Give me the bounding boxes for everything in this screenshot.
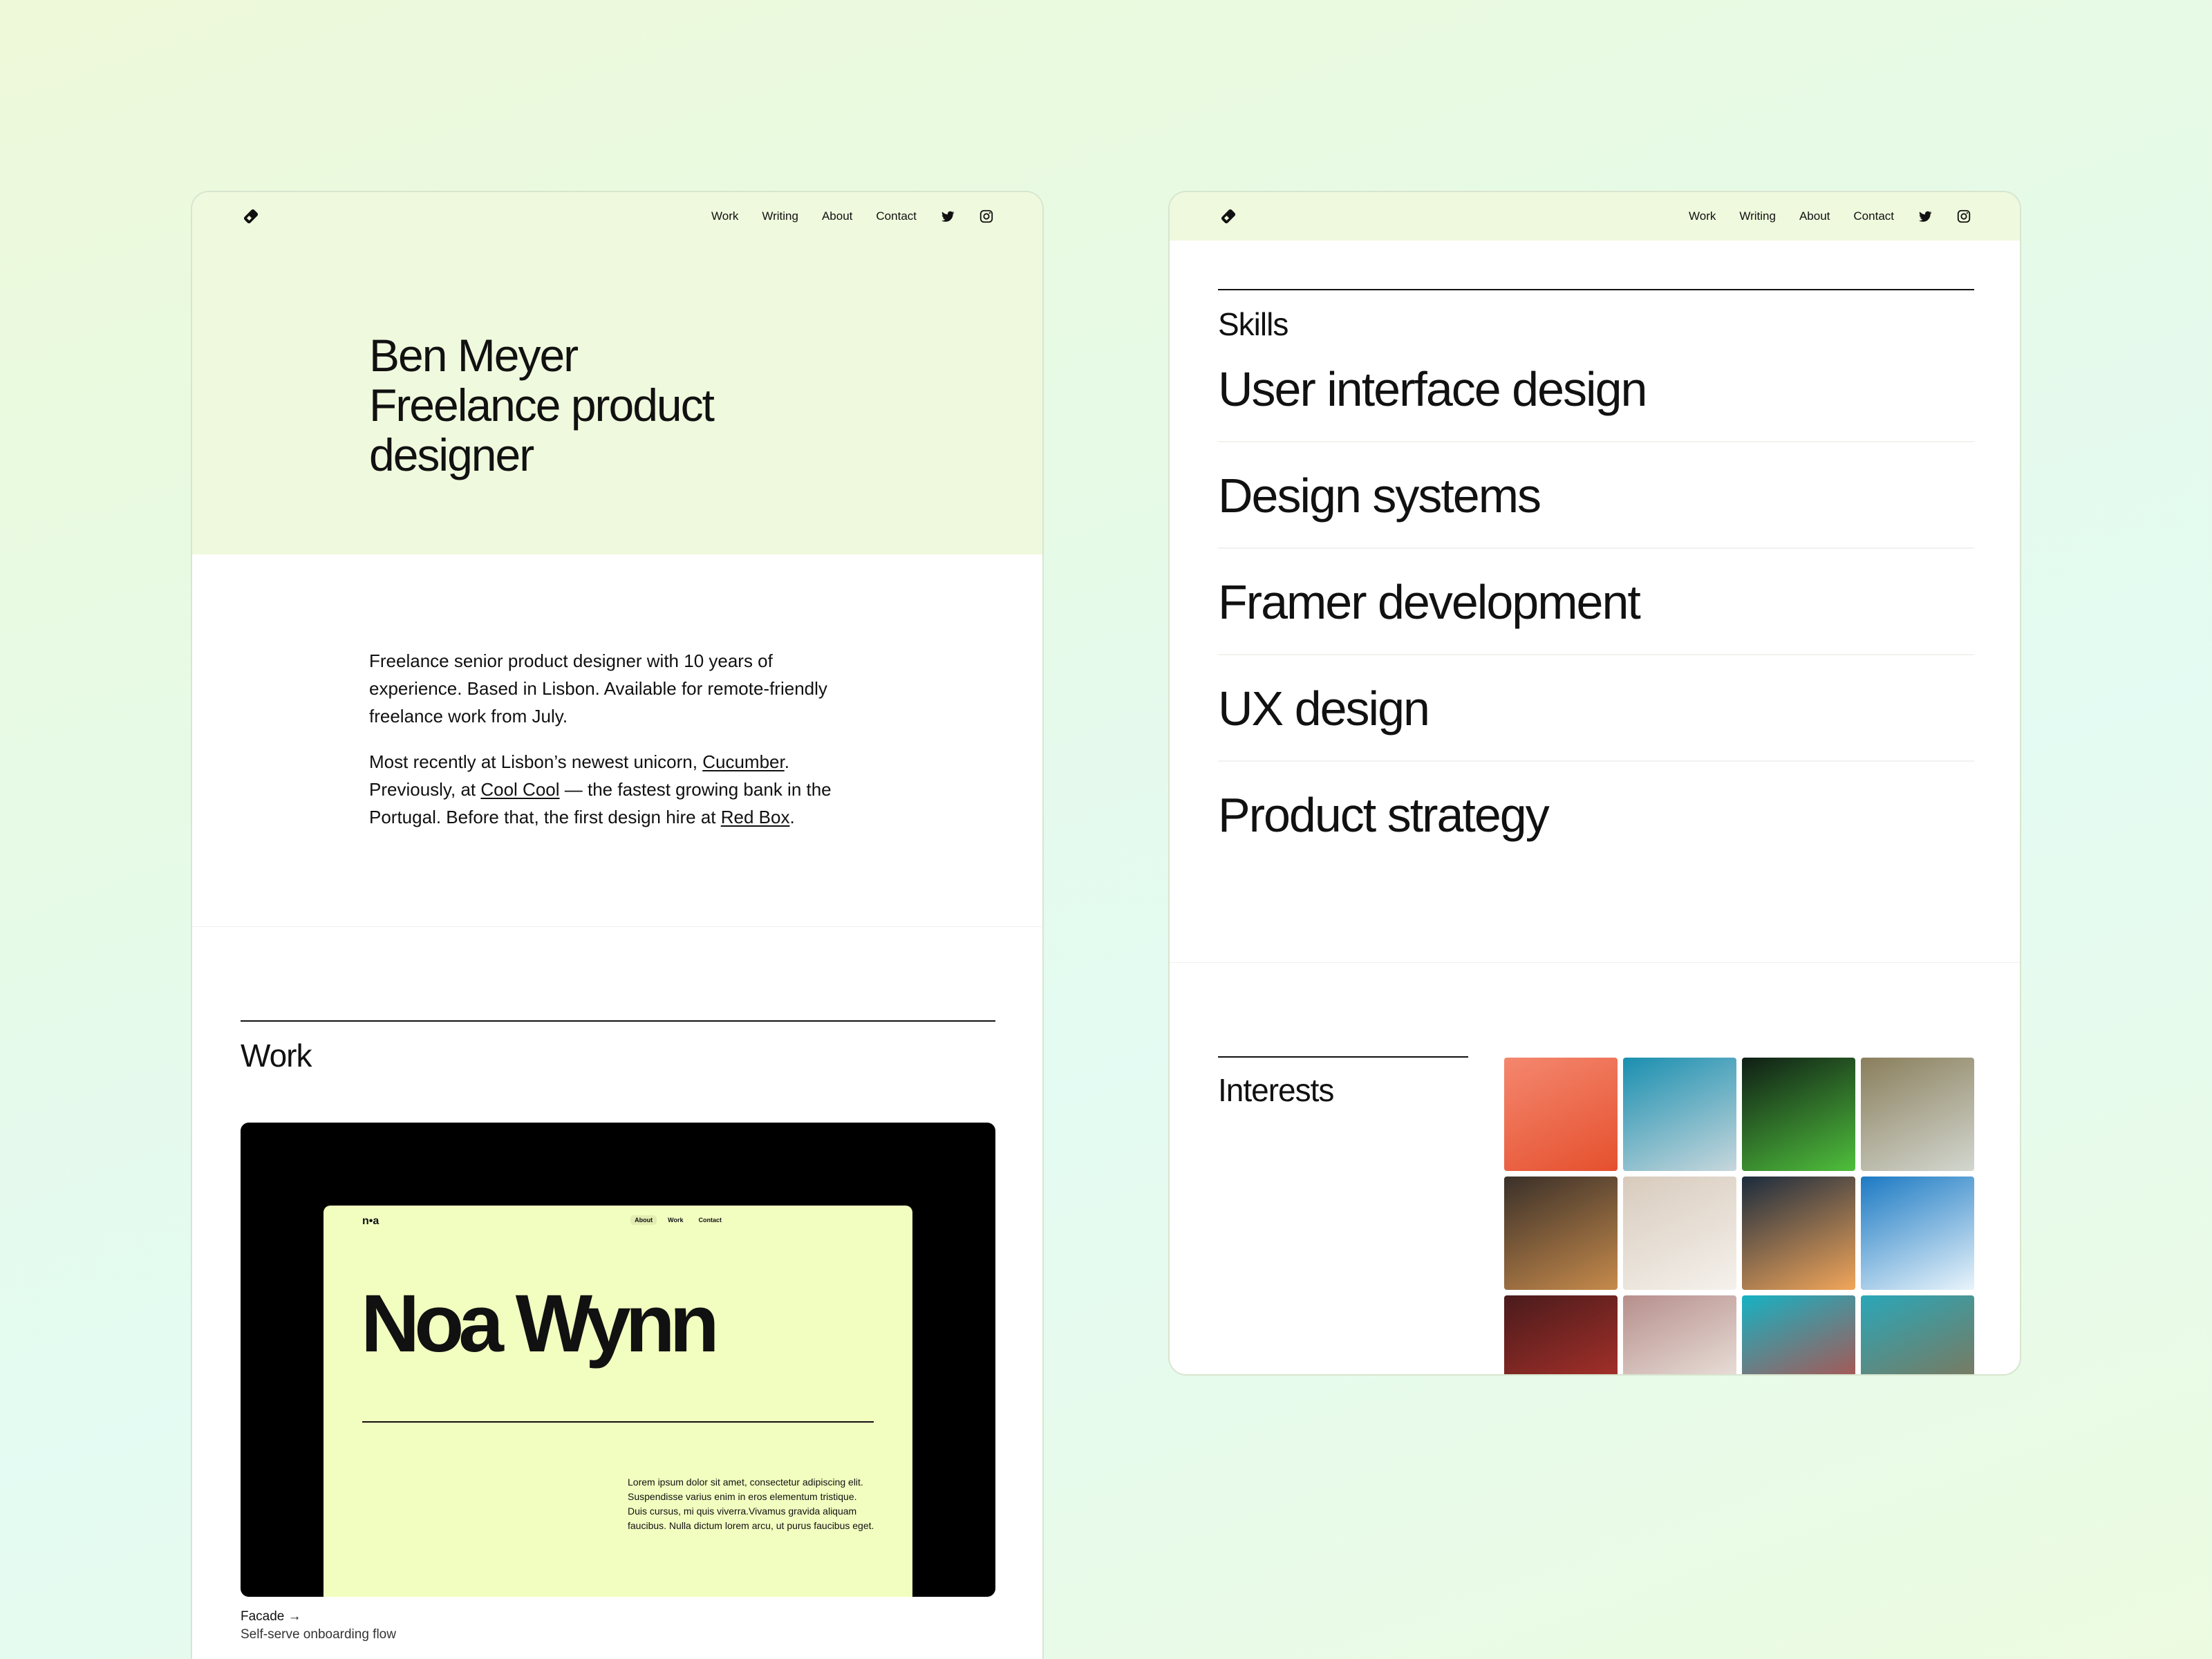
portfolio-about-frame: Work Writing About Contact Skills User i… (1168, 191, 2021, 1376)
coral-plant-photo[interactable] (1504, 1058, 1618, 1171)
link-cucumber[interactable]: Cucumber (702, 751, 785, 772)
portfolio-home-frame: Ben Meyer Freelance product designer Wor… (191, 191, 1044, 1659)
interests-photo-grid (1504, 1058, 1974, 1374)
runner-track-photo[interactable] (1504, 1295, 1618, 1374)
divider (192, 926, 1042, 927)
work-section-title: Work (241, 1038, 312, 1074)
architecture-wave-photo[interactable] (1623, 1058, 1736, 1171)
nav-link-writing[interactable]: Writing (1739, 209, 1776, 223)
skills-list: User interface design Design systems Fra… (1218, 336, 1974, 868)
work-card-facade[interactable]: n•a About Work Contact Noa Wynn Lorem ip… (241, 1123, 995, 1597)
nav-link-contact[interactable]: Contact (1853, 209, 1894, 223)
preview-body-text: Lorem ipsum dolor sit amet, consectetur … (628, 1477, 874, 1531)
work-card-subtitle: Self-serve onboarding flow (241, 1627, 396, 1642)
skier-jump-photo[interactable] (1861, 1177, 1974, 1290)
link-cool-cool[interactable]: Cool Cool (480, 779, 559, 800)
title-line-name: Ben Meyer (369, 330, 579, 381)
skill-item: User interface design (1218, 336, 1974, 442)
sunset-sea-photo[interactable] (1742, 1177, 1855, 1290)
logo-icon[interactable] (241, 206, 261, 227)
hero-section: Ben Meyer Freelance product designer (192, 192, 1042, 554)
skill-item: Product strategy (1218, 788, 1550, 842)
skills-section: Skills User interface design Design syst… (1218, 289, 1974, 868)
nav-link-writing[interactable]: Writing (762, 209, 798, 223)
skills-rule (1218, 289, 1974, 290)
nav-link-work[interactable]: Work (711, 209, 738, 223)
intro-text: Freelance senior product designer with 1… (369, 647, 867, 849)
top-nav: Work Writing About Contact (192, 192, 1042, 241)
twitter-icon[interactable] (940, 209, 955, 224)
intro-paragraph-2: Most recently at Lisbon’s newest unicorn… (369, 751, 832, 827)
divider (1170, 962, 2020, 963)
interests-title: Interests (1218, 1072, 1334, 1108)
preview-nav-contact: Contact (698, 1217, 722, 1224)
sand-hand-photo[interactable] (1623, 1177, 1736, 1290)
mountain-lake-photo[interactable] (1861, 1295, 1974, 1374)
work-card-preview: n•a About Work Contact Noa Wynn Lorem ip… (324, 1206, 912, 1597)
aurora-photo[interactable] (1742, 1058, 1855, 1171)
twitter-icon[interactable] (1918, 209, 1933, 224)
preview-rule (362, 1421, 874, 1423)
nav-link-about[interactable]: About (1799, 209, 1830, 223)
link-red-box[interactable]: Red Box (721, 807, 790, 827)
nav-links: Work Writing About Contact (1689, 209, 1971, 224)
preview-nav-about: About (630, 1215, 657, 1225)
nav-links: Work Writing About Contact (711, 209, 994, 224)
nav-link-about[interactable]: About (822, 209, 852, 223)
instagram-icon[interactable] (979, 209, 994, 224)
title-line-role-cont: designer (369, 429, 534, 480)
top-nav: Work Writing About Contact (1170, 192, 2020, 241)
intro-paragraph-1: Freelance senior product designer with 1… (369, 650, 827, 727)
preview-nav: About Work Contact (630, 1215, 726, 1225)
tennis-ball-photo[interactable] (1623, 1295, 1736, 1374)
preview-logo: n•a (362, 1215, 379, 1227)
preview-title: Noa Wynn (361, 1278, 720, 1369)
nav-link-contact[interactable]: Contact (876, 209, 917, 223)
logo-icon[interactable] (1218, 206, 1239, 227)
skill-item: Framer development (1218, 549, 1974, 655)
skill-item: UX design (1218, 655, 1974, 762)
instagram-icon[interactable] (1956, 209, 1971, 224)
interior-chairs-photo[interactable] (1504, 1177, 1618, 1290)
title-line-role: Freelance product (369, 379, 715, 431)
work-card-title[interactable]: Facade → (241, 1609, 301, 1624)
interests-rule (1218, 1056, 1468, 1058)
page-title: Ben Meyer Freelance product designer (369, 330, 853, 480)
coast-rock-photo[interactable] (1861, 1058, 1974, 1171)
work-rule (241, 1020, 995, 1022)
skill-item: Design systems (1218, 442, 1974, 549)
preview-nav-work: Work (668, 1217, 684, 1224)
nav-link-work[interactable]: Work (1689, 209, 1716, 223)
hot-air-balloons-photo[interactable] (1742, 1295, 1855, 1374)
